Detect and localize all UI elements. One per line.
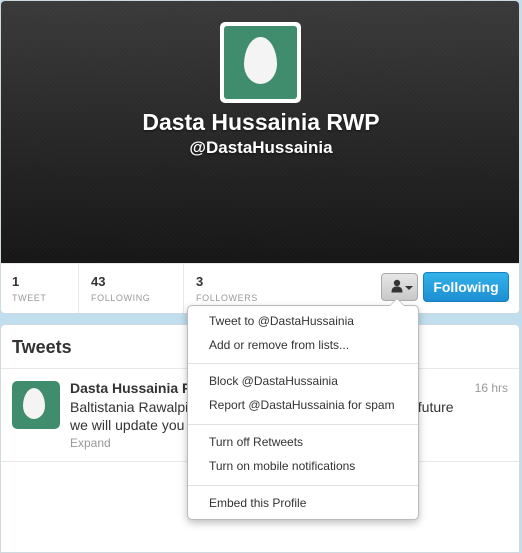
tweet-author[interactable]: Dasta Hussainia R	[70, 380, 192, 396]
stat-label: TWEET	[12, 293, 47, 303]
tweets-heading: Tweets	[12, 337, 72, 357]
page: Dasta Hussainia RWP @DastaHussainia 1 TW…	[0, 0, 522, 553]
stat-following[interactable]: 43 FOLLOWING	[80, 264, 184, 313]
profile-fullname: Dasta Hussainia RWP	[142, 109, 380, 135]
tweet-expand-link[interactable]: Expand	[70, 436, 111, 450]
stat-count: 1	[12, 274, 20, 289]
tweet-avatar[interactable]	[12, 381, 60, 429]
person-icon	[391, 279, 403, 293]
chevron-down-icon	[405, 286, 413, 290]
avatar-background	[224, 26, 297, 99]
profile-header: Dasta Hussainia RWP @DastaHussainia	[1, 1, 519, 263]
stat-count: 43	[91, 274, 106, 289]
stat-label: FOLLOWERS	[196, 293, 258, 303]
user-actions-menu: Tweet to @DastaHussainia Add or remove f…	[187, 298, 419, 520]
profile-avatar[interactable]	[220, 22, 301, 103]
tweet-timestamp[interactable]: 16 hrs	[475, 381, 508, 395]
menu-divider	[188, 363, 418, 364]
menu-divider	[188, 485, 418, 486]
menu-item-retweets[interactable]: Turn off Retweets	[188, 431, 418, 453]
stat-tweets[interactable]: 1 TWEET	[1, 264, 79, 313]
profile-screenname: @DastaHussainia	[189, 138, 333, 157]
menu-item-embed[interactable]: Embed this Profile	[188, 492, 418, 514]
stat-count: 3	[196, 274, 204, 289]
avatar-background	[12, 381, 60, 429]
menu-item-report-spam[interactable]: Report @DastaHussainia for spam	[188, 394, 418, 416]
profile-card: Dasta Hussainia RWP @DastaHussainia 1 TW…	[0, 0, 520, 314]
menu-divider	[188, 424, 418, 425]
menu-item-mobile-notifications[interactable]: Turn on mobile notifications	[188, 455, 418, 477]
egg-icon	[23, 388, 45, 419]
menu-caret-inner	[390, 299, 404, 306]
stat-label: FOLLOWING	[91, 293, 151, 303]
user-actions-button[interactable]	[381, 273, 418, 301]
menu-item-lists[interactable]: Add or remove from lists...	[188, 334, 418, 356]
menu-item-block[interactable]: Block @DastaHussainia	[188, 370, 418, 392]
egg-icon	[244, 37, 277, 84]
following-button[interactable]: Following	[423, 272, 509, 302]
menu-item-tweet-to[interactable]: Tweet to @DastaHussainia	[188, 310, 418, 332]
